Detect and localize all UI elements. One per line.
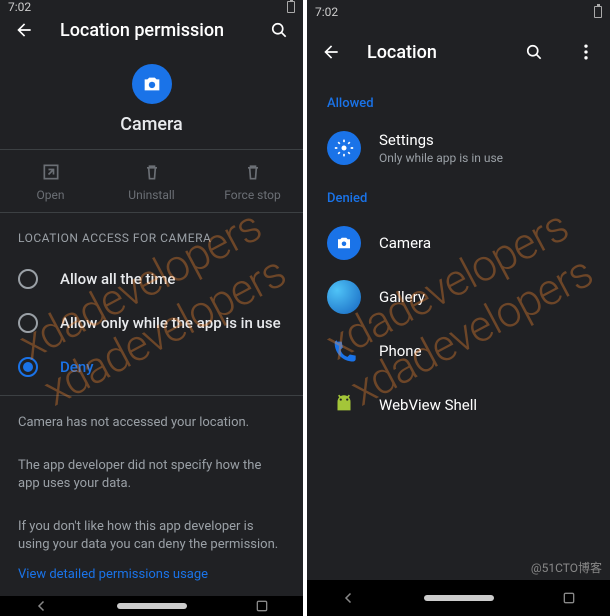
- android-icon: [327, 388, 361, 422]
- footer-attribution: @51CTO博客: [531, 559, 602, 576]
- phone-icon: [327, 334, 361, 368]
- nav-bar: [307, 580, 610, 616]
- action-uninstall[interactable]: Uninstall: [101, 150, 202, 212]
- search-button[interactable]: [263, 14, 295, 46]
- section-header: LOCATION ACCESS FOR CAMERA: [0, 213, 303, 257]
- page-title: Location: [367, 42, 498, 63]
- nav-home-icon[interactable]: [424, 595, 494, 601]
- gear-icon: [327, 131, 361, 165]
- radio-icon: [18, 313, 38, 333]
- app-item-settings[interactable]: Settings Only while app is in use: [307, 121, 610, 175]
- overflow-button[interactable]: [570, 36, 602, 68]
- radio-label: Deny: [60, 358, 94, 376]
- status-time: 7:02: [8, 0, 31, 14]
- status-bar: 7:02: [307, 0, 610, 24]
- action-open-label: Open: [37, 188, 65, 202]
- info-text-2: The app developer did not specify how th…: [0, 439, 303, 500]
- camera-icon: [132, 64, 172, 104]
- back-button[interactable]: [315, 36, 347, 68]
- radio-icon: [18, 269, 38, 289]
- group-denied: Denied: [307, 175, 610, 216]
- search-button[interactable]: [518, 36, 550, 68]
- nav-bar: [0, 596, 303, 616]
- action-row: Open Uninstall Force stop: [0, 150, 303, 213]
- app-name: Camera: [120, 114, 183, 135]
- back-button[interactable]: [8, 14, 40, 46]
- battery-icon: [594, 6, 602, 18]
- action-uninstall-label: Uninstall: [128, 188, 174, 202]
- phone-left: xdadevelopers xdadevelopers 7:02 Locatio…: [0, 0, 303, 616]
- nav-back-icon[interactable]: [340, 589, 358, 607]
- battery-icon: [287, 1, 295, 13]
- app-bar: Location: [307, 24, 610, 80]
- action-force-stop-label: Force stop: [224, 188, 281, 202]
- camera-icon: [327, 226, 361, 260]
- app-item-phone[interactable]: Phone: [307, 324, 610, 378]
- app-item-webview[interactable]: WebView Shell: [307, 378, 610, 432]
- app-item-name: Gallery: [379, 288, 425, 306]
- radio-allow-while[interactable]: Allow only while the app is in use: [0, 301, 303, 345]
- radio-deny[interactable]: Deny: [0, 345, 303, 389]
- app-item-camera[interactable]: Camera: [307, 216, 610, 270]
- swirl-icon: [327, 280, 361, 314]
- action-force-stop[interactable]: Force stop: [202, 150, 303, 212]
- detailed-permissions-link[interactable]: View detailed permissions usage: [0, 561, 303, 596]
- radio-label: Allow only while the app is in use: [60, 314, 281, 332]
- nav-home-icon[interactable]: [117, 603, 187, 609]
- app-item-gallery[interactable]: Gallery: [307, 270, 610, 324]
- page-title: Location permission: [60, 20, 243, 41]
- info-text-3: If you don't like how this app developer…: [0, 500, 303, 561]
- nav-back-icon[interactable]: [33, 597, 51, 615]
- app-bar: Location permission: [0, 14, 303, 46]
- action-open[interactable]: Open: [0, 150, 101, 212]
- nav-recent-icon[interactable]: [561, 590, 577, 606]
- app-item-name: WebView Shell: [379, 396, 477, 414]
- group-allowed: Allowed: [307, 80, 610, 121]
- radio-label: Allow all the time: [60, 270, 175, 288]
- nav-recent-icon[interactable]: [254, 598, 270, 614]
- radio-allow-all[interactable]: Allow all the time: [0, 257, 303, 301]
- app-item-sub: Only while app is in use: [379, 151, 503, 165]
- app-item-name: Phone: [379, 342, 422, 360]
- app-item-name: Settings: [379, 131, 503, 149]
- app-item-text: Settings Only while app is in use: [379, 131, 503, 165]
- app-hero: Camera: [0, 46, 303, 150]
- status-time: 7:02: [315, 5, 338, 19]
- info-text-1: Camera has not accessed your location.: [0, 396, 303, 440]
- radio-icon-selected: [18, 357, 38, 377]
- phone-right: xdadevelopers xdadevelopers 7:02 Locatio…: [307, 0, 610, 616]
- status-bar: 7:02: [0, 0, 303, 14]
- app-item-name: Camera: [379, 234, 431, 252]
